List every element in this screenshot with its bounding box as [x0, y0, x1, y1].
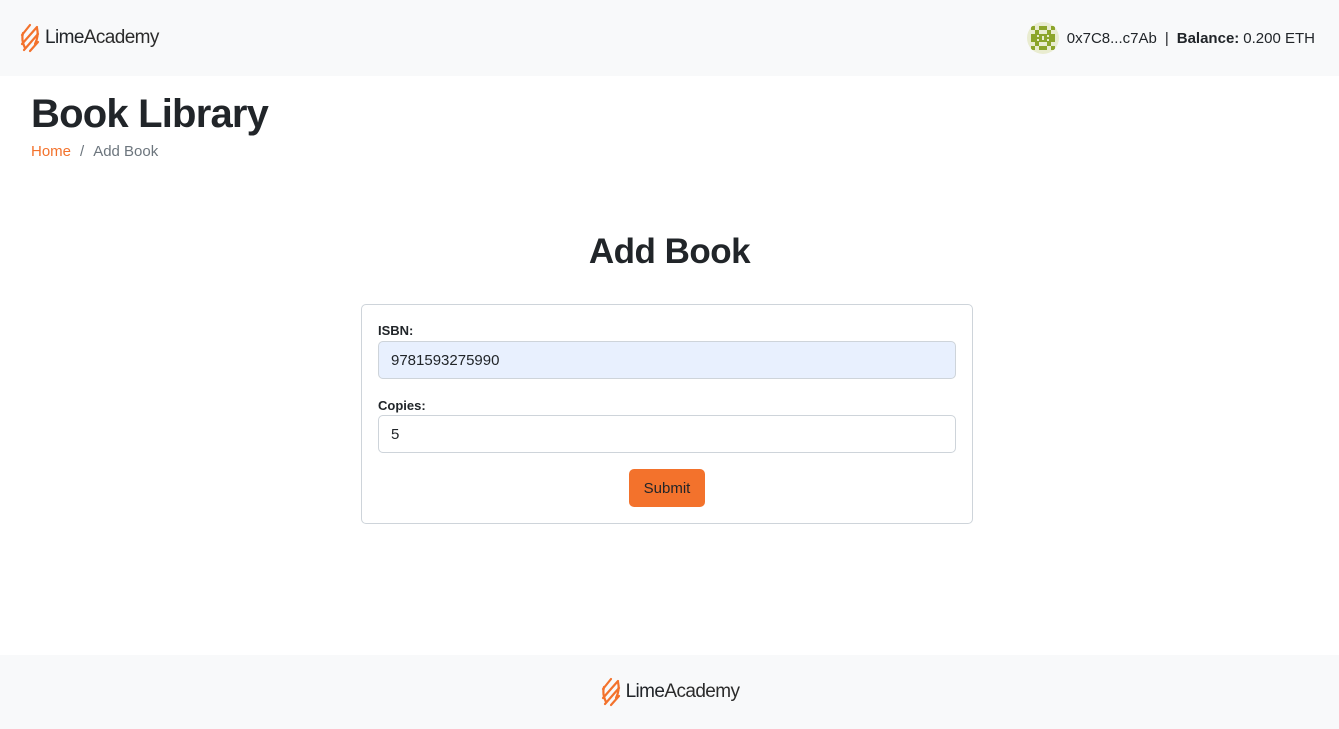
- breadcrumb: Home / Add Book: [31, 143, 158, 160]
- brand-logo[interactable]: LimeAcademy: [19, 22, 159, 54]
- footer: LimeAcademy: [0, 655, 1339, 729]
- footer-lime-academy-logo-icon: [601, 677, 620, 707]
- footer-brand-logo[interactable]: LimeAcademy: [600, 676, 740, 708]
- lime-academy-logo-icon: [20, 23, 40, 53]
- wallet-info: 0x7C8...c7Ab | Balance: 0.200 ETH: [1026, 22, 1315, 54]
- balance-value: 0.200 ETH: [1243, 29, 1315, 47]
- copies-label: Copies:: [378, 398, 426, 413]
- footer-brand-name-academy: Academy: [664, 681, 740, 702]
- isbn-label: ISBN:: [378, 323, 414, 338]
- brand-name-academy: Academy: [83, 27, 160, 48]
- brand-name-lime: Lime: [45, 27, 84, 48]
- wallet-separator: |: [1164, 29, 1169, 47]
- copies-input[interactable]: [378, 415, 956, 453]
- add-book-form: ISBN: Copies: Submit: [361, 304, 973, 524]
- balance-label: Balance:: [1176, 29, 1240, 47]
- footer-brand-name-lime: Lime: [625, 681, 665, 702]
- page-title: Book Library: [31, 92, 269, 136]
- breadcrumb-separator: /: [80, 143, 85, 160]
- brand-name: LimeAcademy: [45, 27, 159, 49]
- wallet-address[interactable]: 0x7C8...c7Ab: [1067, 30, 1157, 47]
- breadcrumb-current: Add Book: [93, 143, 159, 160]
- footer-brand-name: LimeAcademy: [626, 681, 740, 703]
- identicon-avatar-icon: [1026, 22, 1059, 54]
- isbn-input[interactable]: [378, 341, 956, 379]
- form-title: Add Book: [588, 232, 751, 271]
- breadcrumb-home-link[interactable]: Home: [31, 143, 71, 160]
- top-navbar: LimeAcademy 0x7C8...c7Ab | Balance: 0.20…: [0, 0, 1339, 76]
- submit-button[interactable]: Submit: [629, 469, 705, 507]
